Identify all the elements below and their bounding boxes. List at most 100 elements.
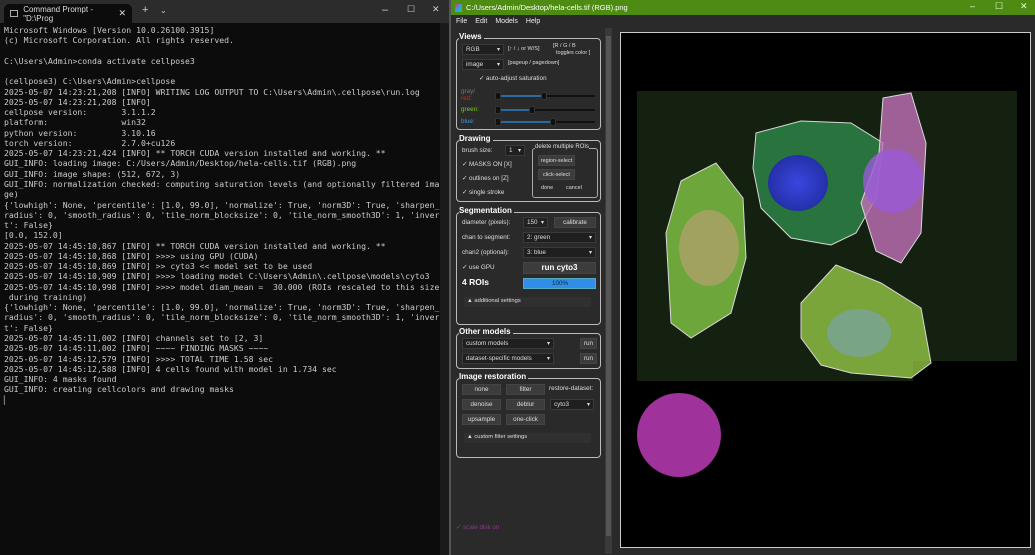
progress-label: 100% xyxy=(552,280,569,287)
run-custom-button[interactable]: run xyxy=(580,338,597,349)
terminal-output[interactable]: Microsoft Windows [Version 10.0.26100.39… xyxy=(4,25,439,405)
run-cyto3-button[interactable]: run cyto3 xyxy=(523,262,596,274)
menu-bar: File Edit Models Help xyxy=(451,15,1035,28)
scale-disk-label: scale disk on xyxy=(463,524,500,531)
close-icon[interactable]: ✕ xyxy=(1020,1,1028,12)
outlines-label: outlines on [Z] xyxy=(469,175,509,182)
view-mode-select[interactable]: image xyxy=(462,59,504,70)
chan2-label: chan2 (optional): xyxy=(462,249,509,256)
delete-rois-title: delete multiple ROIs xyxy=(535,144,590,150)
scrollbar[interactable] xyxy=(440,23,449,555)
menu-edit[interactable]: Edit xyxy=(475,18,487,25)
scale-disk-checkbox[interactable]: ✓ scale disk on xyxy=(456,524,499,531)
cancel-button[interactable]: cancel xyxy=(566,185,582,191)
gray-label: gray/ xyxy=(461,88,475,95)
maximize-icon[interactable]: ☐ xyxy=(995,1,1003,12)
nucleus-3 xyxy=(863,149,923,213)
masks-on-label: MASKS ON [X] xyxy=(469,161,512,168)
window-title: C:/Users/Admin/Desktop/hela-cells.tif (R… xyxy=(466,3,628,12)
menu-models[interactable]: Models xyxy=(495,18,518,25)
one-click-button[interactable]: one-click xyxy=(506,414,545,425)
views-group: Views RGB [↑ / ↓ or W/S] [R / G / B togg… xyxy=(456,32,601,130)
red-slider[interactable] xyxy=(495,92,595,100)
use-gpu-checkbox[interactable]: ✓ use GPU xyxy=(462,264,495,271)
blue-label: blue: xyxy=(461,118,475,125)
minimize-icon[interactable]: – xyxy=(970,1,975,11)
custom-filter-toggle[interactable]: ▲ custom filter settings xyxy=(464,433,591,443)
restoration-title: Image restoration xyxy=(459,372,529,381)
diameter-label: diameter (pixels): xyxy=(462,219,511,226)
maximize-icon[interactable]: ☐ xyxy=(407,4,415,15)
single-stroke-checkbox[interactable]: ✓ single stroke xyxy=(462,189,504,196)
chevron-down-icon[interactable]: ⌄ xyxy=(160,6,167,15)
image-restoration-group: Image restoration none filter restore-da… xyxy=(456,372,601,458)
terminal-tab-bar: Command Prompt - "D:\Prog ✕ + ⌄ – ☐ ✕ xyxy=(0,0,449,23)
views-title: Views xyxy=(459,32,484,41)
cmd-icon xyxy=(10,10,19,17)
auto-adjust-label: auto-adjust saturation xyxy=(486,75,547,82)
terminal-window: Command Prompt - "D:\Prog ✕ + ⌄ – ☐ ✕ Mic… xyxy=(0,0,449,555)
custom-models-select[interactable]: custom models xyxy=(462,338,554,349)
diameter-value: 150 xyxy=(527,219,538,226)
color-mode-select[interactable]: RGB xyxy=(462,44,504,55)
chan2-select[interactable]: 3: blue xyxy=(523,247,596,258)
blue-slider[interactable] xyxy=(495,118,595,126)
tab-title: Command Prompt - "D:\Prog xyxy=(23,4,93,23)
nucleus-4 xyxy=(827,309,891,357)
chan-select[interactable]: 2: green xyxy=(523,232,596,243)
click-select-button[interactable]: click-select xyxy=(538,169,575,180)
dataset-models-select[interactable]: dataset-specific models xyxy=(462,353,554,364)
terminal-tab[interactable]: Command Prompt - "D:\Prog ✕ xyxy=(4,4,132,23)
other-models-title: Other models xyxy=(459,327,513,336)
single-stroke-label: single stroke xyxy=(469,189,505,196)
drawing-group: Drawing brush size: 1 ✓ MASKS ON [X] ✓ o… xyxy=(456,134,601,202)
image-viewer[interactable] xyxy=(620,32,1031,548)
menu-help[interactable]: Help xyxy=(526,18,540,25)
additional-settings-toggle[interactable]: ▲ additional settings xyxy=(464,297,591,307)
filter-button[interactable]: filter xyxy=(506,384,545,395)
use-gpu-label: use GPU xyxy=(469,264,495,271)
segmentation-group: Segmentation diameter (pixels): 150 cali… xyxy=(456,206,601,325)
chan-label: chan to segment: xyxy=(462,234,511,241)
none-button[interactable]: none xyxy=(462,384,501,395)
progress-bar: 100% xyxy=(523,278,596,289)
deblur-button[interactable]: deblur xyxy=(506,399,545,410)
calibrate-button[interactable]: calibrate xyxy=(554,217,596,228)
brush-size-select[interactable]: 1 xyxy=(505,145,525,156)
panel-scrollbar-thumb[interactable] xyxy=(606,36,611,536)
denoise-button[interactable]: denoise xyxy=(462,399,501,410)
close-tab-icon[interactable]: ✕ xyxy=(118,8,126,19)
auto-adjust-checkbox[interactable]: ✓ auto-adjust saturation xyxy=(479,75,547,82)
diameter-input[interactable]: 150 xyxy=(523,217,548,228)
scale-disk xyxy=(637,393,721,477)
region-select-button[interactable]: region-select xyxy=(538,155,575,166)
upsample-button[interactable]: upsample xyxy=(462,414,501,425)
delete-rois-group: delete multiple ROIs region-select click… xyxy=(532,144,598,198)
other-models-group: Other models custom models run dataset-s… xyxy=(456,327,601,369)
run-dataset-button[interactable]: run xyxy=(580,353,597,364)
restore-model-select[interactable]: cyto3 xyxy=(550,399,594,410)
cellpose-window: C:/Users/Admin/Desktop/hela-cells.tif (R… xyxy=(451,0,1035,555)
done-button[interactable]: done xyxy=(541,185,553,191)
drawing-title: Drawing xyxy=(459,134,493,143)
color-hint: [↑ / ↓ or W/S] xyxy=(508,46,540,52)
green-label: green: xyxy=(461,106,479,113)
masks-on-checkbox[interactable]: ✓ MASKS ON [X] xyxy=(462,161,512,168)
rgb-hint-2: toggles color ] xyxy=(556,50,591,56)
title-bar: C:/Users/Admin/Desktop/hela-cells.tif (R… xyxy=(451,0,1035,15)
restore-dataset-label: restore-dataset: xyxy=(549,385,594,392)
image-canvas[interactable] xyxy=(621,33,1030,547)
close-icon[interactable]: ✕ xyxy=(432,4,440,15)
view-hint: [pageup / pagedown] xyxy=(508,60,560,66)
cellpose-logo-icon xyxy=(455,3,462,12)
roi-count: 4 ROIs xyxy=(462,277,489,287)
rgb-hint: [R / G / B xyxy=(553,43,576,49)
green-slider[interactable] xyxy=(495,106,595,114)
additional-settings-label: ▲ additional settings xyxy=(467,298,521,304)
new-tab-icon[interactable]: + xyxy=(142,4,148,16)
outlines-checkbox[interactable]: ✓ outlines on [Z] xyxy=(462,175,509,182)
nucleus-1 xyxy=(679,210,739,286)
brush-size-label: brush size: xyxy=(462,147,493,154)
menu-file[interactable]: File xyxy=(456,18,467,25)
minimize-icon[interactable]: – xyxy=(382,4,388,16)
